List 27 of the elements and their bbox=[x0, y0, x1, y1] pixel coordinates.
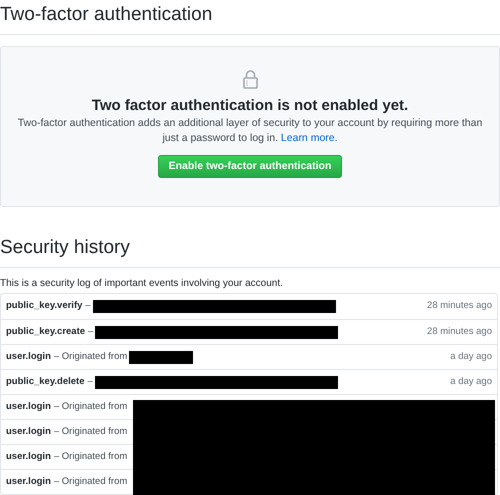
event-detail: – Originated from bbox=[54, 424, 128, 439]
event-detail: – bbox=[88, 374, 93, 389]
section-title: Two-factor authentication bbox=[0, 4, 212, 26]
event-time: 28 minutes ago bbox=[427, 324, 492, 339]
event-time: a day ago bbox=[450, 350, 492, 364]
event-action: user.login bbox=[6, 450, 51, 464]
event-action: user.login bbox=[6, 424, 51, 439]
event-detail: – Originated from bbox=[54, 400, 128, 414]
event-detail: – Originated from bbox=[54, 474, 128, 489]
event-detail: – bbox=[88, 324, 94, 339]
event-action: public_key.delete bbox=[6, 374, 84, 389]
event-detail: – Originated from bbox=[54, 350, 128, 364]
event-action: public_key.verify bbox=[6, 299, 82, 314]
lock-icon bbox=[242, 69, 258, 89]
event-detail: – bbox=[85, 299, 91, 314]
event-time: a day ago bbox=[450, 374, 492, 389]
blankslate-description: Two-factor authentication adds an additional layer of security to your account by requiring more than just a password to log in. Learn more. bbox=[16, 116, 484, 146]
event-action: public_key.create bbox=[6, 324, 86, 339]
event-time: 28 minutes ago bbox=[427, 299, 492, 314]
event-action: user.login bbox=[6, 474, 51, 489]
event-detail: – Originated from bbox=[54, 450, 128, 464]
event-action: user.login bbox=[6, 400, 51, 414]
history-description: This is a security log of important events involving your account. bbox=[0, 277, 284, 290]
learn-more-link[interactable]: Learn more. bbox=[280, 132, 338, 144]
section-title: Security history bbox=[0, 237, 130, 259]
blankslate-title: Two factor authentication is not enabled yet. bbox=[92, 97, 408, 115]
event-action: user.login bbox=[6, 350, 51, 364]
